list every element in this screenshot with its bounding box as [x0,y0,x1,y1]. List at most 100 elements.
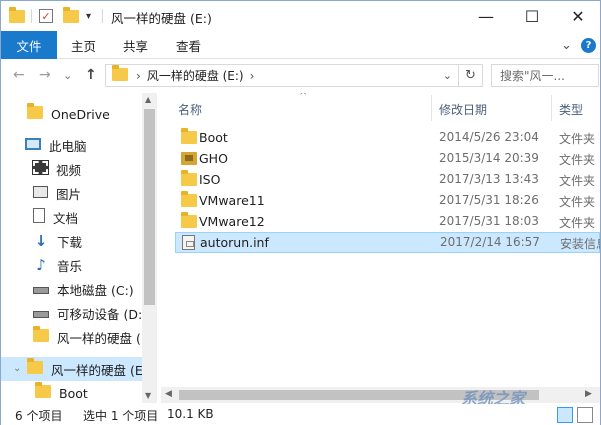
sidebar-item-label: 下载 [57,234,83,250]
table-row[interactable]: GHO 2015/3/14 20:39 文件夹 [175,148,600,169]
minimize-button[interactable]: — [463,1,509,31]
column-header-type[interactable]: 类型 [559,101,583,118]
breadcrumb-chevron-icon[interactable]: › [136,69,141,83]
file-name: Boot [199,130,228,145]
divider [102,9,103,23]
table-row[interactable]: Boot 2014/5/26 23:04 文件夹 [175,127,600,148]
column-divider[interactable] [431,95,432,121]
column-header-date[interactable]: 修改日期 [439,101,487,118]
file-date: 2017/2/14 16:57 [440,235,540,249]
music-icon: ♪ [36,256,46,274]
folder-icon [35,382,51,401]
column-header-name[interactable]: 名称 [178,101,202,118]
back-icon[interactable]: ← [13,67,25,83]
sidebar-item-drive-c[interactable]: 本地磁盘 (C:) [33,278,134,300]
file-name: ISO [199,172,221,187]
forward-icon[interactable]: → [39,67,51,83]
gho-folder-icon [181,152,197,168]
table-row[interactable]: VMware11 2017/5/31 18:26 文件夹 [175,190,600,211]
tab-view[interactable]: 查看 [176,31,201,59]
sidebar-item-label: 风一样的硬盘 (E:) [51,362,152,378]
file-date: 2015/3/14 20:39 [439,151,539,165]
customize-qat-icon[interactable]: ▾ [86,7,91,25]
up-icon[interactable]: ↑ [85,67,97,83]
recent-locations-icon[interactable]: ⌄ [63,69,72,82]
sidebar-item-label: 视频 [56,162,82,178]
tab-home[interactable]: 主页 [71,31,96,59]
expand-ribbon-icon[interactable]: ⌄ [561,31,572,59]
drive-icon [33,282,49,297]
sidebar-item-drive-d[interactable]: 可移动设备 (D:) [33,302,147,324]
folder-icon [27,358,43,377]
folder-icon [181,212,197,231]
table-row-selected[interactable]: autorun.inf 2017/2/14 16:57 安装信息 [175,232,600,253]
properties-icon[interactable]: ✓ [39,9,53,23]
large-icons-view-icon[interactable] [577,407,593,423]
folder-icon [112,64,128,84]
status-selected-count: 选中 1 个项目 [83,409,159,423]
file-type: 文件夹 [559,174,596,188]
column-divider[interactable] [551,95,552,121]
divider [31,9,32,23]
sidebar-item-label: 文档 [53,210,79,226]
folder-icon[interactable] [9,6,25,25]
scroll-left-icon[interactable]: ◀ [165,389,172,399]
horizontal-scrollbar[interactable]: ◀ ▶ [161,387,600,403]
sidebar-item-videos[interactable]: 视频 [32,158,82,180]
sort-ascending-icon: ^ [299,93,308,102]
download-icon: ↓ [34,232,48,250]
sidebar-item-onedrive[interactable]: OneDrive [27,103,110,125]
sidebar-item-label: 风一样的硬盘 (E [57,330,149,346]
file-name: VMware12 [199,214,265,229]
picture-icon [33,185,48,201]
file-type: 文件夹 [559,216,596,230]
sidebar-scrollbar[interactable]: ▲ ▼ [142,93,157,403]
table-row[interactable]: ISO 2017/3/13 13:43 文件夹 [175,169,600,190]
search-input[interactable]: 搜索"风一... [491,64,599,87]
refresh-button[interactable]: ↻ [459,64,483,87]
address-dropdown-icon[interactable]: ⌄ [443,69,452,82]
sidebar-item-thispc[interactable]: 此电脑 [25,134,87,156]
window-title: 风一样的硬盘 (E:) [111,11,212,26]
file-date: 2017/5/31 18:03 [439,214,539,228]
scroll-right-icon[interactable]: ▶ [585,389,592,399]
sidebar-item-label: Boot [59,385,88,401]
help-icon[interactable]: ? [581,38,596,53]
expand-chevron-icon[interactable]: ⌄ [13,363,21,374]
file-date: 2017/5/31 18:26 [439,193,539,207]
scroll-down-icon[interactable]: ▼ [145,391,151,400]
sidebar-item-drive-e[interactable]: 风一样的硬盘 (E [33,326,149,348]
sidebar-item-label: 可移动设备 (D:) [57,306,148,322]
sidebar-item-label: 音乐 [57,258,83,274]
table-row[interactable]: VMware12 2017/5/31 18:03 文件夹 [175,211,600,232]
address-bar[interactable]: › 风一样的硬盘 (E:) › ⌄ [105,64,459,87]
sidebar-item-pictures[interactable]: 图片 [33,182,81,204]
sidebar-item-label: 此电脑 [49,138,87,154]
status-selected-size: 10.1 KB [167,407,214,421]
close-button[interactable]: ✕ [555,1,601,31]
status-item-count: 6 个项目 [15,409,63,423]
file-type: 文件夹 [559,153,596,167]
file-date: 2017/3/13 13:43 [439,172,539,186]
title-bar: ✓ ▾ 风一样的硬盘 (E:) — ☐ ✕ [1,1,600,31]
sidebar-item-music[interactable]: ♪ 音乐 [33,254,82,276]
sidebar-item-label: OneDrive [51,106,110,122]
file-name: autorun.inf [200,235,269,250]
sidebar-item-downloads[interactable]: ↓ 下载 [33,230,82,252]
new-folder-icon[interactable] [63,6,79,25]
sidebar-item-selected-drive[interactable]: 风一样的硬盘 (E:) [27,358,152,380]
breadcrumb-current[interactable]: 风一样的硬盘 (E:) [147,67,244,84]
tab-share[interactable]: 共享 [123,31,148,59]
scrollbar-thumb[interactable] [144,109,155,305]
breadcrumb-chevron-icon[interactable]: › [250,69,255,83]
file-type: 安装信息 [560,237,600,251]
sidebar-item-documents[interactable]: 文档 [33,206,78,228]
maximize-button[interactable]: ☐ [509,1,555,31]
status-bar: 6 个项目 选中 1 个项目 10.1 KB [1,404,600,425]
details-view-icon[interactable] [557,407,573,423]
tab-file[interactable]: 文件 [1,31,57,59]
scroll-up-icon[interactable]: ▲ [145,95,151,104]
sidebar-item-label: 图片 [56,186,82,202]
sidebar-item-boot[interactable]: Boot [35,382,88,403]
setup-info-icon [182,235,195,253]
